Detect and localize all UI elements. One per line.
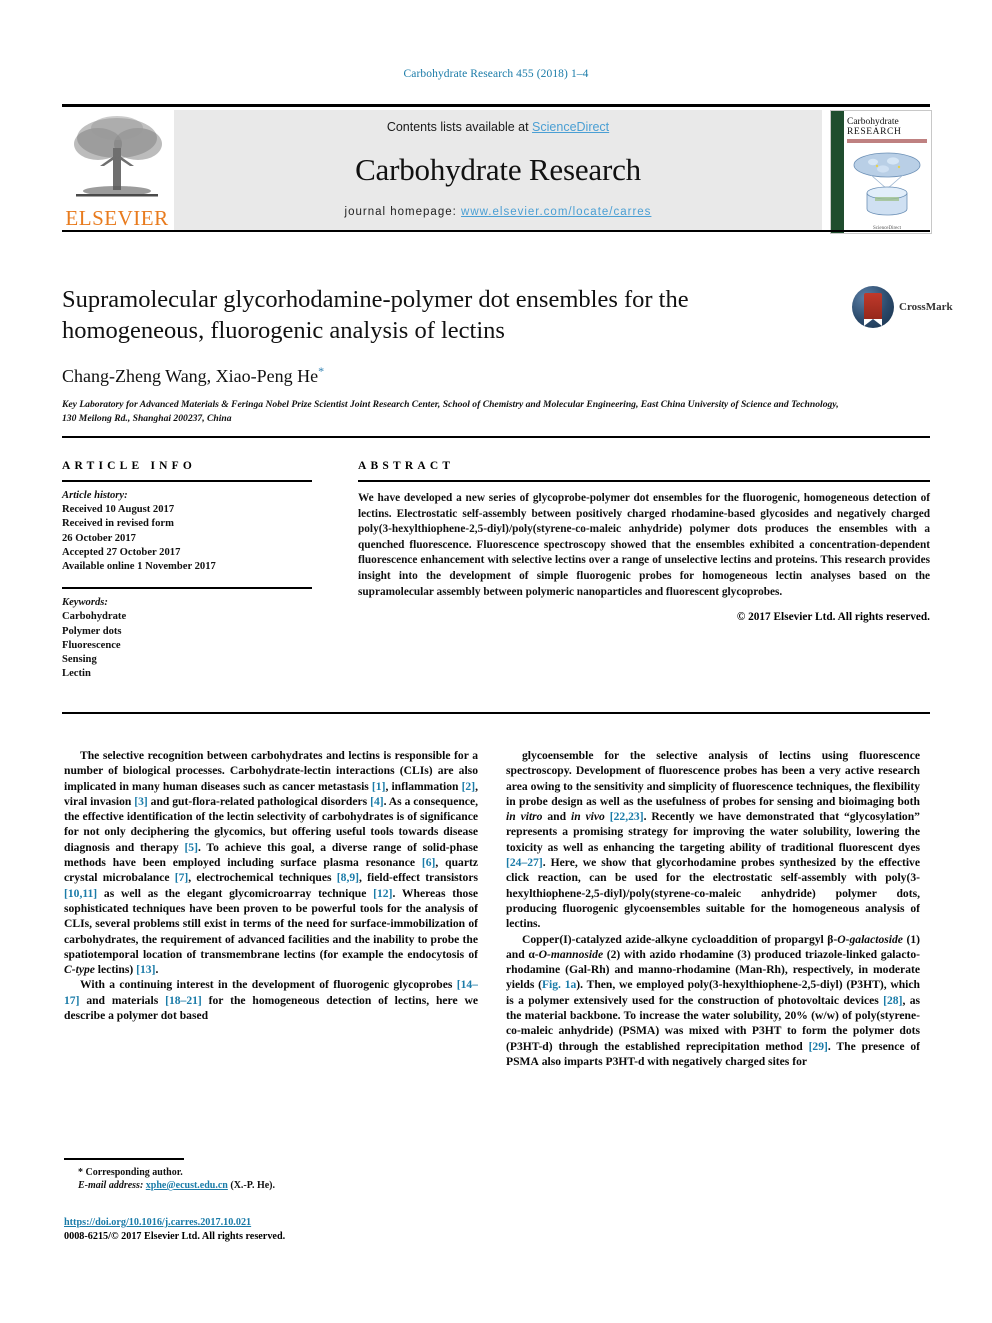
footer-copyright: 0008-6215/© 2017 Elsevier Ltd. All right…: [64, 1231, 286, 1242]
keywords-rule: [62, 587, 312, 590]
abstract-copyright: © 2017 Elsevier Ltd. All rights reserved…: [736, 611, 930, 624]
citation-ref[interactable]: [3]: [134, 795, 148, 808]
cover-title: Carbohydrate RESEARCH: [847, 117, 929, 137]
email-suffix: (X.-P. He).: [230, 1180, 275, 1191]
citation-ref[interactable]: [14–17]: [64, 978, 478, 1006]
abstract-rule: [358, 480, 930, 482]
keywords-block: Keywords: Carbohydrate Polymer dots Fluo…: [62, 596, 312, 681]
author-names: Chang-Zheng Wang, Xiao-Peng He: [62, 366, 319, 386]
article-info-heading: ARTICLE INFO: [62, 460, 197, 472]
corresponding-author-footnote: * Corresponding author. E-mail address: …: [64, 1158, 478, 1193]
abstract-text: We have developed a new series of glycop…: [358, 492, 930, 598]
body-paragraph: The selective recognition between carboh…: [64, 749, 478, 977]
elsevier-tree-icon: [74, 116, 162, 197]
keyword-item: Carbohydrate: [62, 611, 127, 623]
crossmark-circle-icon: [852, 286, 894, 328]
body-column-left: The selective recognition between carboh…: [64, 748, 478, 1148]
journal-cover-thumbnail[interactable]: Carbohydrate RESEARCH ScienceDirect: [830, 110, 932, 234]
abstract-bottom-rule: [62, 712, 930, 714]
citation-ref[interactable]: [22,23]: [610, 810, 644, 823]
journal-title: Carbohydrate Research: [355, 152, 641, 187]
history-item: Available online 1 November 2017: [62, 561, 216, 573]
page-title: Supramolecular glycorhodamine-polymer do…: [62, 286, 689, 344]
journal-masthead: ELSEVIER Contents lists available at Sci…: [62, 104, 932, 234]
history-item: Accepted 27 October 2017: [62, 546, 181, 558]
citation-ref[interactable]: [13]: [136, 963, 155, 976]
email-link[interactable]: xphe@ecust.edu.cn: [146, 1180, 228, 1191]
citation-ref[interactable]: [6]: [422, 856, 436, 869]
citation-ref[interactable]: [18–21]: [165, 994, 202, 1007]
footnote-text: * Corresponding author. E-mail address: …: [64, 1166, 478, 1193]
footnote-line-2: E-mail address: xphe@ecust.edu.cn (X.-P.…: [64, 1179, 478, 1193]
body-paragraph: glycoensemble for the selective analysis…: [506, 749, 920, 931]
doi-link[interactable]: https://doi.org/10.1016/j.carres.2017.10…: [64, 1217, 251, 1228]
paper-page: Carbohydrate Research 455 (2018) 1–4 ELS…: [0, 0, 992, 1323]
keyword-item: Sensing: [62, 654, 97, 666]
cover-spine: [831, 111, 844, 233]
citation-ref[interactable]: [7]: [175, 871, 189, 884]
citation-ref[interactable]: [28]: [883, 994, 902, 1007]
article-info-rule: [62, 480, 312, 482]
masthead-bottom-rule: [62, 230, 930, 232]
footnote-star: *: [78, 1166, 83, 1178]
crossmark-label: CrossMark: [899, 301, 953, 313]
homepage-prefix: journal homepage:: [344, 206, 462, 218]
footnote-rule: [64, 1158, 184, 1160]
crossmark-book-icon: [864, 293, 882, 326]
citation-ref[interactable]: [1]: [372, 780, 386, 793]
journal-homepage-link[interactable]: www.elsevier.com/locate/carres: [461, 206, 651, 218]
footnote-corresponding: Corresponding author.: [85, 1166, 183, 1178]
citation-ref[interactable]: [5]: [184, 841, 198, 854]
history-item: Received in revised form: [62, 518, 174, 530]
masthead-top-rule: [62, 104, 930, 107]
citation-ref[interactable]: [12]: [373, 887, 392, 900]
title-block: Supramolecular glycorhodamine-polymer do…: [62, 284, 953, 425]
citation-ref[interactable]: [10,11]: [64, 887, 97, 900]
keywords-label: Keywords:: [62, 597, 108, 609]
article-info-column: ARTICLE INFO Article history: Received 1…: [62, 460, 312, 681]
abstract-column: ABSTRACT We have developed a new series …: [358, 460, 930, 623]
contents-prefix: Contents lists available at: [386, 120, 533, 134]
body-column-right: glycoensemble for the selective analysis…: [506, 748, 920, 1186]
footnote-line-1: * Corresponding author.: [64, 1166, 478, 1180]
citation-ref[interactable]: [2]: [462, 780, 476, 793]
figure-ref[interactable]: Fig. 1a: [542, 978, 576, 991]
elsevier-logo: ELSEVIER: [62, 110, 172, 232]
crossmark-badge[interactable]: CrossMark: [852, 286, 953, 328]
history-item: Received 10 August 2017: [62, 504, 175, 516]
cover-illustration-icon: [853, 152, 921, 216]
keyword-item: Lectin: [62, 668, 91, 680]
keyword-item: Polymer dots: [62, 625, 122, 637]
history-item: 26 October 2017: [62, 532, 136, 544]
sciencedirect-link[interactable]: ScienceDirect: [532, 120, 609, 134]
keyword-item: Fluorescence: [62, 639, 121, 651]
article-history-block: Article history: Received 10 August 2017…: [62, 489, 312, 574]
running-head: Carbohydrate Research 455 (2018) 1–4: [403, 68, 589, 80]
citation-ref[interactable]: [24–27]: [506, 856, 543, 869]
author-list: Chang-Zheng Wang, Xiao-Peng He*: [62, 364, 930, 387]
citation-ref[interactable]: [8,9]: [337, 871, 359, 884]
citation-ref[interactable]: [4]: [370, 795, 384, 808]
contents-lists-line: Contents lists available at ScienceDirec…: [174, 120, 822, 134]
cover-title-line2: RESEARCH: [847, 126, 902, 137]
abstract-heading: ABSTRACT: [358, 460, 455, 472]
page-footer: https://doi.org/10.1016/j.carres.2017.10…: [64, 1216, 564, 1244]
cover-title-line1: Carbohydrate: [847, 117, 899, 127]
article-history-label: Article history:: [62, 490, 128, 501]
body-paragraph: With a continuing interest in the develo…: [64, 978, 478, 1023]
journal-homepage-line: journal homepage: www.elsevier.com/locat…: [174, 206, 822, 218]
masthead-center-band: Contents lists available at ScienceDirec…: [174, 110, 822, 232]
elsevier-wordmark: ELSEVIER: [65, 206, 169, 230]
affiliation: Key Laboratory for Advanced Materials & …: [62, 399, 839, 424]
corresponding-author-marker: *: [318, 364, 325, 378]
citation-ref[interactable]: [29]: [809, 1040, 828, 1053]
cover-subtitle-bar: [847, 139, 927, 143]
email-label: E-mail address:: [78, 1180, 144, 1191]
title-bottom-rule: [62, 436, 930, 438]
body-paragraph: Copper(I)-catalyzed azide-alkyne cycload…: [506, 932, 920, 1068]
